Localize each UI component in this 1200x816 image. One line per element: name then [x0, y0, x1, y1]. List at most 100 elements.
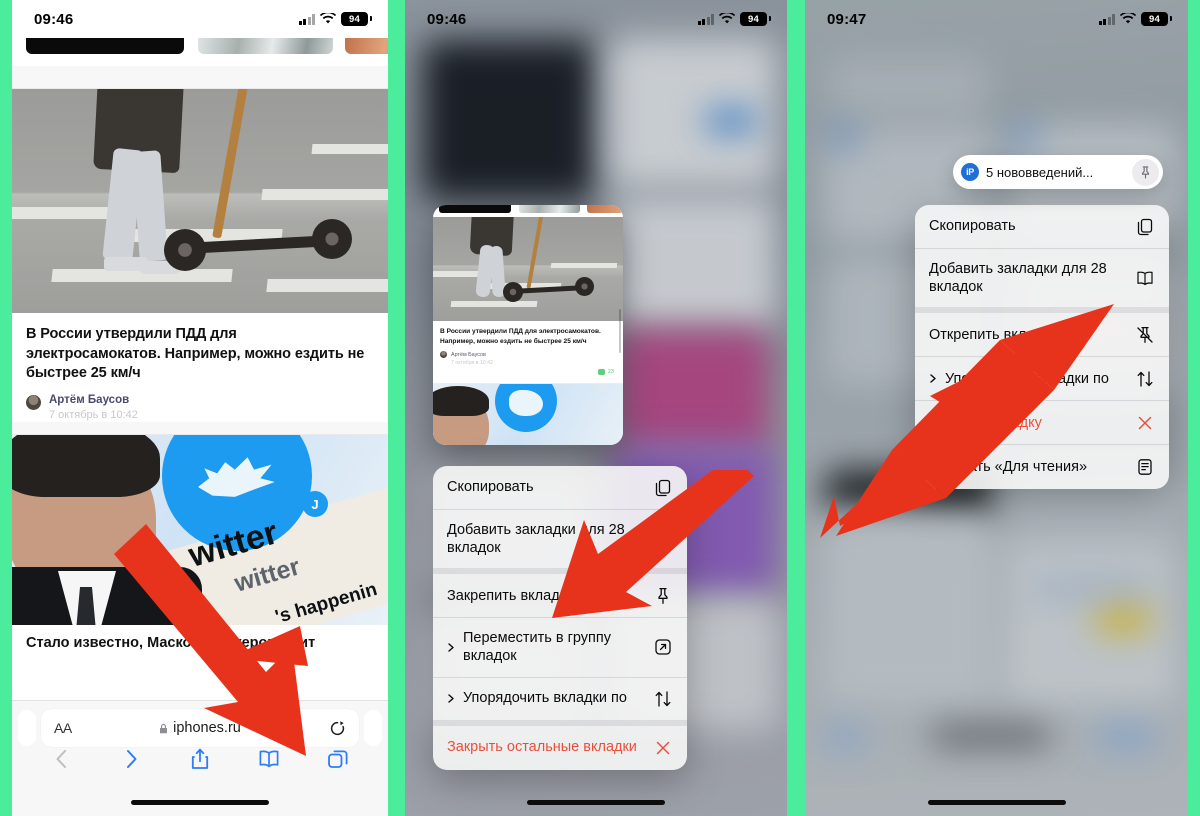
- menu-item-label: Скопировать: [929, 218, 1016, 235]
- chevron-right-icon: [448, 694, 454, 703]
- menu-item-close-tab[interactable]: Закрыть вкладку: [915, 401, 1169, 446]
- battery-percent: 94: [748, 13, 759, 25]
- menu-item-label: Переместить в группу вкладок: [463, 630, 611, 665]
- cellular-bars-icon: [298, 13, 315, 25]
- cellular-bars-icon: [1098, 13, 1115, 25]
- reader-icon: [1138, 459, 1152, 476]
- menu-item-bookmark-all[interactable]: Добавить закладки для 28 вкладок: [915, 249, 1169, 314]
- tab-card-title: В России утвердили ПДД для электросамока…: [440, 328, 601, 345]
- phone-panel-1: 09:46 94 В России утвердили ПДД для элек…: [0, 0, 400, 816]
- safari-page-content: 09:46 94 В России утвердили ПДД для элек…: [12, 0, 388, 816]
- battery-indicator: 94: [740, 12, 771, 26]
- menu-item-pin-tab[interactable]: Закрепить вкладку: [433, 574, 687, 619]
- carousel-card[interactable]: [198, 38, 333, 54]
- menu-item-copy[interactable]: Скопировать: [915, 205, 1169, 249]
- chevron-left-icon[interactable]: [50, 747, 74, 771]
- tab-card-carousel-strip: [433, 205, 623, 217]
- chevron-right-icon[interactable]: [119, 747, 143, 771]
- article-author: Артём Баусов: [49, 393, 130, 406]
- pinned-tab-title: 5 нововведений...: [986, 164, 1094, 180]
- sort-icon: [1137, 371, 1153, 387]
- wifi-icon: [719, 13, 735, 24]
- battery-indicator: 94: [1141, 12, 1172, 26]
- safari-bottom-chrome: AA iphones.ru: [12, 700, 388, 816]
- focused-tab-preview[interactable]: В России утвердили ПДД для электросамока…: [433, 205, 623, 445]
- status-time: 09:46: [427, 10, 467, 28]
- phone-screen-1: 09:46 94 В России утвердили ПДД для элек…: [12, 0, 388, 816]
- menu-item-copy[interactable]: Скопировать: [433, 466, 687, 510]
- pinned-tab-pill[interactable]: iP 5 нововведений...: [953, 155, 1163, 189]
- menu-item-bookmark-all[interactable]: Добавить закладки для 28 вкладок: [433, 510, 687, 575]
- scrollbar[interactable]: [619, 309, 621, 353]
- unpin-icon: [1137, 326, 1153, 343]
- menu-item-move-to-group[interactable]: Переместить в группу вкладок: [433, 618, 687, 678]
- share-icon[interactable]: [188, 747, 212, 771]
- article-meta: Артём Баусов 7 октябрь в 10:42: [12, 384, 388, 421]
- chevron-right-icon: [448, 643, 454, 652]
- copy-icon: [655, 479, 671, 496]
- phone-screen-2: 09:46 94 В России утвердили ПДД для элек…: [405, 0, 787, 816]
- battery-percent: 94: [349, 13, 360, 25]
- author-avatar: [26, 394, 41, 410]
- carousel-card[interactable]: [345, 38, 388, 54]
- scooter-photo-thumb: [433, 217, 623, 321]
- safari-toolbar: [12, 736, 388, 782]
- phone-panel-2: 09:46 94 В России утвердили ПДД для элек…: [400, 0, 800, 816]
- article-title: Стало известно, Маском Маскером Твит: [26, 635, 316, 651]
- menu-item-label: Добавить закладки для 28 вкладок: [929, 261, 1107, 296]
- musk-photo-thumb: [433, 384, 623, 445]
- scooter-photo: [12, 89, 388, 313]
- status-indicators: 94: [298, 12, 372, 26]
- tab-context-menu-2[interactable]: Скопировать Добавить закладки для 28 вкл…: [433, 466, 687, 770]
- home-indicator: [131, 800, 269, 805]
- elon-musk-twitter-photo: witter witter 's happenin: [12, 435, 388, 625]
- status-indicators: 94: [697, 12, 771, 26]
- section-spacer: [12, 66, 388, 88]
- book-icon: [1137, 271, 1153, 286]
- menu-item-label: Закрепить вкладку: [447, 587, 574, 604]
- menu-item-unpin-tab[interactable]: Открепить вкладку: [915, 313, 1169, 358]
- move-icon: [655, 639, 671, 656]
- wifi-icon: [320, 13, 336, 24]
- lock-icon: [160, 723, 168, 733]
- sort-icon: [655, 690, 671, 707]
- carousel-card[interactable]: [26, 38, 184, 54]
- menu-item-label: Упорядочить вкладки по: [463, 690, 627, 707]
- tab-card-comments: 23: [433, 366, 623, 380]
- phone-screen-3: 09:47 94 iP 5 нововведений... Скопироват…: [805, 0, 1188, 816]
- menu-item-label: Закрыть вкладку: [929, 414, 1042, 431]
- menu-item-label: Показать «Для чтения»: [929, 459, 1088, 476]
- comment-count: 23: [607, 369, 614, 376]
- article-card-scooter[interactable]: В России утвердили ПДД для электросамока…: [12, 89, 388, 455]
- status-indicators: 94: [1098, 12, 1172, 26]
- menu-item-label: Добавить закладки для 28 вкладок: [447, 522, 625, 557]
- book-icon: [655, 532, 671, 547]
- url-text: iphones.ru: [173, 720, 241, 736]
- pin-icon: [1141, 165, 1150, 179]
- book-icon[interactable]: [257, 747, 281, 771]
- section-spacer: [12, 422, 388, 434]
- close-x-icon: [656, 741, 670, 754]
- menu-item-show-reader[interactable]: Показать «Для чтения»: [915, 445, 1169, 489]
- copy-icon: [1137, 218, 1153, 235]
- menu-item-label: Открепить вкладку: [929, 326, 1057, 343]
- tabs-icon[interactable]: [326, 747, 350, 771]
- cellular-bars-icon: [697, 13, 714, 25]
- favicon: iP: [961, 163, 979, 181]
- tab-card-meta: Артём Баусов: [433, 346, 623, 359]
- menu-item-sort-tabs[interactable]: Упорядочить вкладки по: [433, 678, 687, 726]
- pin-icon: [658, 587, 668, 604]
- author-avatar: [440, 351, 447, 359]
- menu-item-close-other-tabs[interactable]: Закрыть остальные вкладки: [433, 726, 687, 770]
- status-bar-1: 09:46 94: [12, 0, 388, 38]
- top-cards-carousel[interactable]: [12, 38, 388, 66]
- status-bar-3: 09:47 94: [805, 0, 1188, 38]
- tab-context-menu-3[interactable]: Скопировать Добавить закладки для 28 вкл…: [915, 205, 1169, 490]
- pin-button[interactable]: [1132, 158, 1159, 186]
- article-card-musk[interactable]: witter witter 's happenin Стало известно…: [12, 435, 388, 651]
- comment-bubble-icon: [597, 369, 605, 376]
- menu-item-sort-tabs[interactable]: Упорядочить вкладки по: [915, 357, 1169, 402]
- home-indicator: [527, 800, 665, 805]
- status-time: 09:46: [34, 10, 74, 28]
- menu-item-label: Упорядочить вкладки по: [945, 370, 1109, 387]
